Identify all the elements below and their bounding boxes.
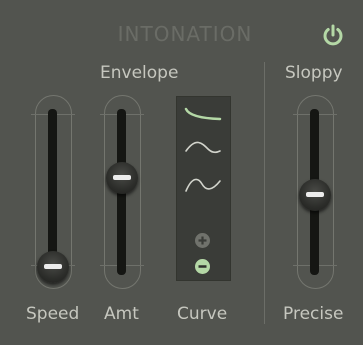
sloppy-slider-thumb[interactable] <box>299 179 331 211</box>
envelope-label: Envelope <box>100 63 179 83</box>
speed-label: Speed <box>26 304 80 324</box>
speed-slider-thumb-mark <box>44 264 62 269</box>
power-icon[interactable] <box>321 23 345 47</box>
curve-slow-attack-icon[interactable] <box>180 101 226 131</box>
plus-circle-icon[interactable] <box>194 232 211 249</box>
curve-label: Curve <box>177 304 228 324</box>
curve-selector <box>176 96 231 281</box>
panel-title: INTONATION <box>117 22 253 46</box>
sloppy-label: Sloppy <box>285 63 343 83</box>
amount-slider-thumb-mark <box>113 174 131 180</box>
amount-label: Amt <box>104 304 139 324</box>
speed-slider-thumb[interactable] <box>37 251 69 283</box>
sloppy-precise-slider[interactable] <box>293 95 337 290</box>
curve-s-shape-icon[interactable] <box>180 133 226 163</box>
amount-slider-thumb[interactable] <box>106 161 138 194</box>
curve-wave-icon[interactable] <box>180 169 226 199</box>
section-divider <box>264 62 265 324</box>
precise-label: Precise <box>283 304 344 324</box>
speed-slider[interactable] <box>31 95 75 290</box>
minus-circle-icon[interactable] <box>194 258 211 275</box>
sloppy-slider-thumb-mark <box>306 192 324 197</box>
amount-slider[interactable] <box>100 95 144 290</box>
intonation-panel: INTONATION Envelope Sloppy Speed Amt Cur… <box>0 0 363 345</box>
